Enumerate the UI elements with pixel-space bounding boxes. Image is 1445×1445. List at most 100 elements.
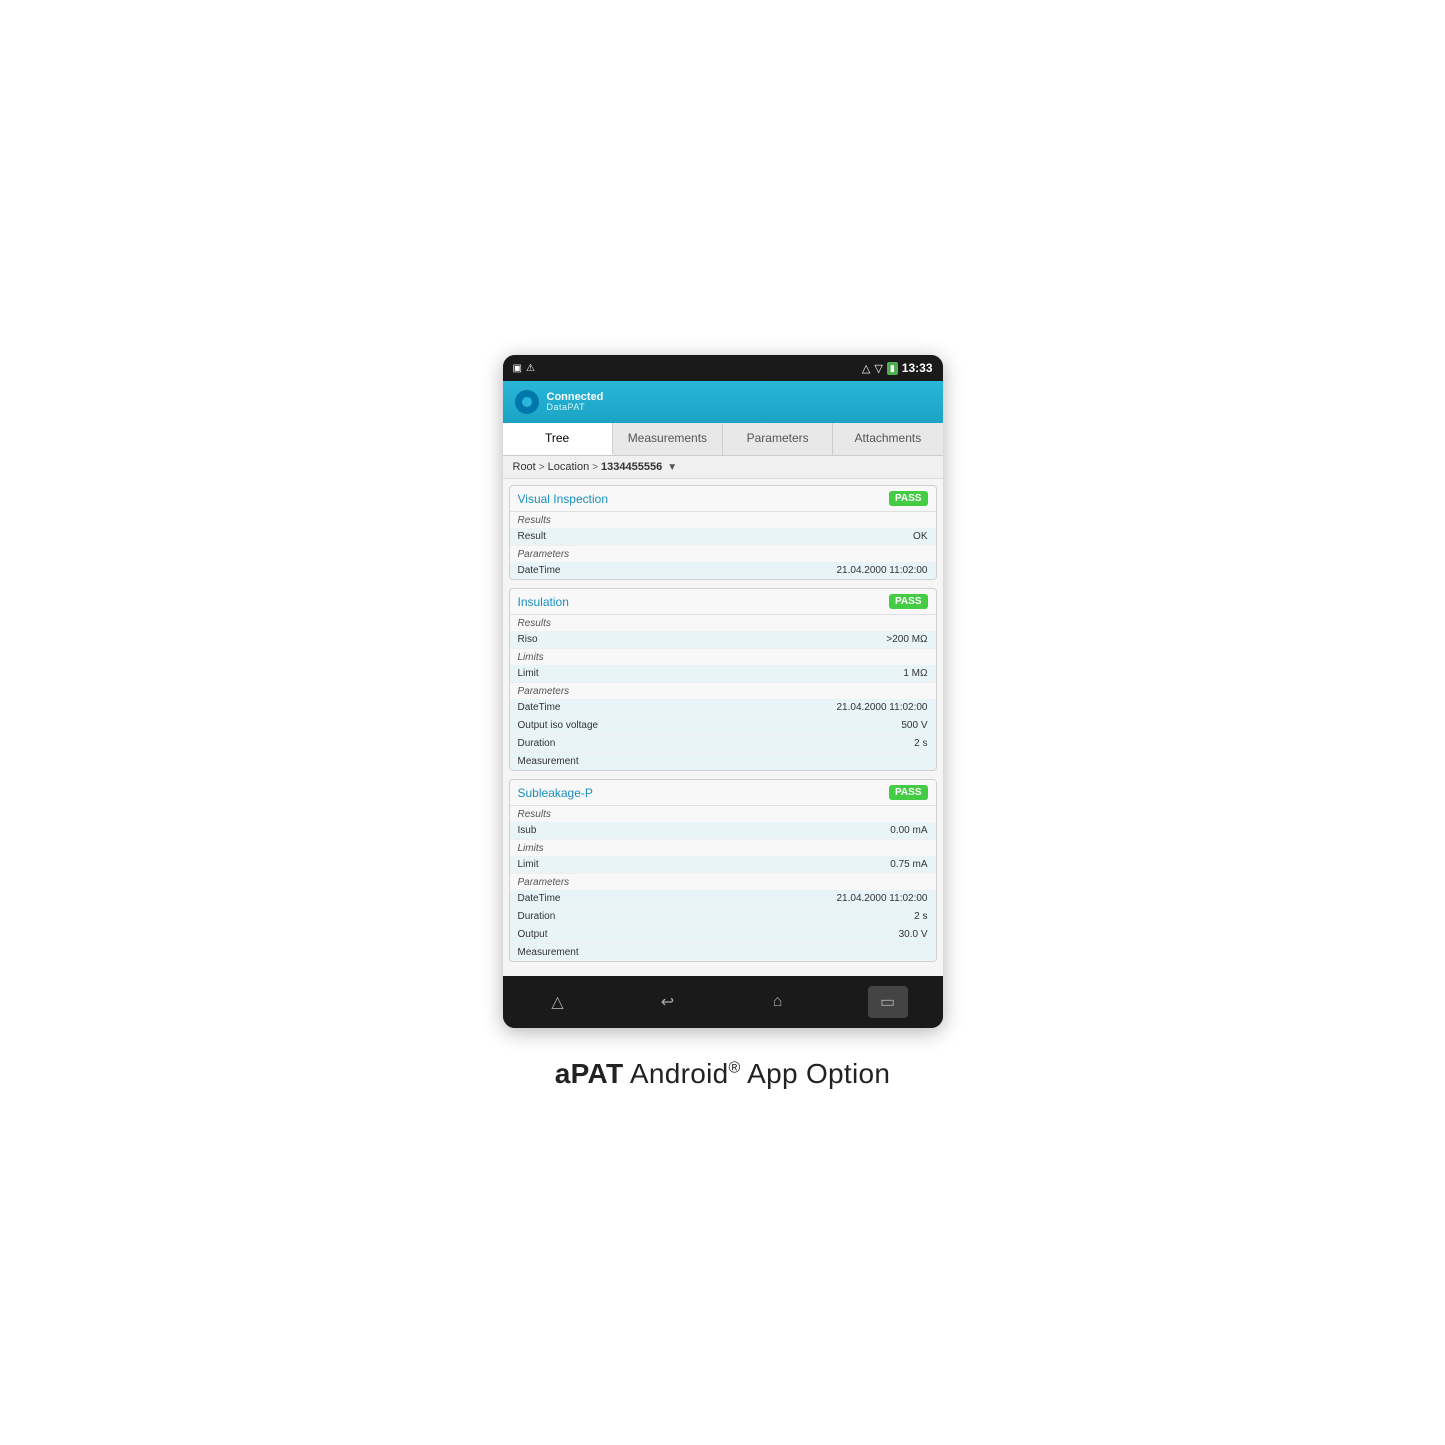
group-label-sub-limits: Limits	[510, 840, 936, 856]
group-label-ins-results: Results	[510, 615, 936, 631]
table-row: Limit 1 MΩ	[510, 665, 936, 683]
pass-badge-insulation: PASS	[889, 594, 928, 609]
data-label: Duration	[518, 911, 556, 922]
status-bar-left: ▣ ⚠	[513, 363, 535, 374]
table-row: Limit 0.75 mA	[510, 856, 936, 874]
group-label-sub-params: Parameters	[510, 874, 936, 890]
data-value: OK	[913, 531, 927, 542]
breadcrumb-root: Root	[513, 461, 536, 473]
caption-reg-symbol: ®	[729, 1060, 741, 1077]
data-label: Isub	[518, 825, 537, 836]
data-label: Measurement	[518, 756, 579, 767]
tabs-bar: Tree Measurements Parameters Attachments	[503, 423, 943, 456]
data-label: Limit	[518, 668, 539, 679]
pass-badge-visual: PASS	[889, 491, 928, 506]
screen-content: Tree Measurements Parameters Attachments…	[503, 423, 943, 976]
section-title-visual: Visual Inspection	[518, 492, 609, 506]
data-value: >200 MΩ	[886, 634, 927, 645]
tab-attachments[interactable]: Attachments	[833, 423, 942, 455]
data-value: 0.75 mA	[890, 859, 927, 870]
tab-measurements[interactable]: Measurements	[613, 423, 723, 455]
status-time: 13:33	[902, 361, 933, 375]
section-title-insulation: Insulation	[518, 595, 569, 609]
breadcrumb: Root > Location > 1334455556 ▼	[503, 456, 943, 479]
group-label-visual-results: Results	[510, 512, 936, 528]
data-value: 500 V	[901, 720, 927, 731]
table-row: DateTime 21.04.2000 11:02:00	[510, 699, 936, 717]
table-row: Duration 2 s	[510, 908, 936, 926]
data-label: Riso	[518, 634, 538, 645]
group-label-ins-limits: Limits	[510, 649, 936, 665]
tab-parameters[interactable]: Parameters	[723, 423, 833, 455]
data-label: Output iso voltage	[518, 720, 599, 731]
status-bar: ▣ ⚠ △ ▽ ▮ 13:33	[503, 355, 943, 381]
page-wrapper: ▣ ⚠ △ ▽ ▮ 13:33 Connected DataPAT	[503, 355, 943, 1090]
app-title-datapat: DataPAT	[547, 403, 604, 413]
wifi-icon: ▽	[874, 362, 882, 375]
table-row: Result OK	[510, 528, 936, 546]
data-value: 21.04.2000 11:02:00	[836, 565, 927, 576]
data-label: Duration	[518, 738, 556, 749]
group-label-visual-params: Parameters	[510, 546, 936, 562]
breadcrumb-filter-icon[interactable]: ▼	[667, 462, 677, 473]
data-label: Measurement	[518, 947, 579, 958]
data-label: Output	[518, 929, 548, 940]
battery-icon: ▮	[887, 362, 898, 375]
data-label: DateTime	[518, 702, 561, 713]
breadcrumb-location: Location	[548, 461, 590, 473]
notification-icon-2: ⚠	[526, 363, 535, 374]
section-header-visual: Visual Inspection PASS	[510, 486, 936, 512]
caption-rest: App Option	[741, 1058, 891, 1089]
section-subleakage: Subleakage-P PASS Results Isub 0.00 mA L…	[509, 779, 937, 962]
app-logo	[515, 390, 539, 414]
device-frame: ▣ ⚠ △ ▽ ▮ 13:33 Connected DataPAT	[503, 355, 943, 1028]
table-row: Measurement	[510, 944, 936, 961]
section-visual-inspection: Visual Inspection PASS Results Result OK…	[509, 485, 937, 580]
section-header-insulation: Insulation PASS	[510, 589, 936, 615]
data-value: 2 s	[914, 911, 927, 922]
table-row: Measurement	[510, 753, 936, 770]
bottom-caption: aPAT Android® App Option	[555, 1058, 891, 1090]
table-row: Output iso voltage 500 V	[510, 717, 936, 735]
pass-badge-subleakage: PASS	[889, 785, 928, 800]
data-label: DateTime	[518, 893, 561, 904]
breadcrumb-sep-2: >	[592, 462, 598, 473]
breadcrumb-item: 1334455556	[601, 461, 662, 473]
table-row: Riso >200 MΩ	[510, 631, 936, 649]
app-logo-inner	[522, 397, 532, 407]
data-label: Result	[518, 531, 546, 542]
data-value: 30.0 V	[899, 929, 928, 940]
app-header: Connected DataPAT	[503, 381, 943, 423]
data-label: Limit	[518, 859, 539, 870]
breadcrumb-sep-1: >	[539, 462, 545, 473]
nav-back-button[interactable]: ↩	[648, 986, 688, 1018]
nav-recent-button[interactable]: ▭	[868, 986, 908, 1018]
nav-up-button[interactable]: ⌂	[758, 986, 798, 1018]
status-bar-right: △ ▽ ▮ 13:33	[862, 361, 933, 375]
bluetooth-icon: △	[862, 362, 870, 375]
main-scroll[interactable]: Visual Inspection PASS Results Result OK…	[503, 479, 943, 976]
notification-icon-1: ▣	[513, 363, 522, 374]
section-insulation: Insulation PASS Results Riso >200 MΩ Lim…	[509, 588, 937, 771]
section-header-subleakage: Subleakage-P PASS	[510, 780, 936, 806]
bottom-nav: △ ↩ ⌂ ▭	[503, 976, 943, 1028]
data-value: 21.04.2000 11:02:00	[836, 893, 927, 904]
data-value: 2 s	[914, 738, 927, 749]
caption-bold: aPAT	[555, 1058, 624, 1089]
nav-home-button[interactable]: △	[538, 986, 578, 1018]
data-value: 0.00 mA	[890, 825, 927, 836]
data-value: 1 MΩ	[903, 668, 927, 679]
group-label-ins-params: Parameters	[510, 683, 936, 699]
tab-tree[interactable]: Tree	[503, 423, 613, 455]
data-label: DateTime	[518, 565, 561, 576]
caption-regular: Android	[623, 1058, 728, 1089]
section-title-subleakage: Subleakage-P	[518, 786, 593, 800]
table-row: Duration 2 s	[510, 735, 936, 753]
table-row: DateTime 21.04.2000 11:02:00	[510, 890, 936, 908]
group-label-sub-results: Results	[510, 806, 936, 822]
app-title: Connected DataPAT	[547, 391, 604, 413]
data-value: 21.04.2000 11:02:00	[836, 702, 927, 713]
table-row: DateTime 21.04.2000 11:02:00	[510, 562, 936, 579]
table-row: Output 30.0 V	[510, 926, 936, 944]
table-row: Isub 0.00 mA	[510, 822, 936, 840]
